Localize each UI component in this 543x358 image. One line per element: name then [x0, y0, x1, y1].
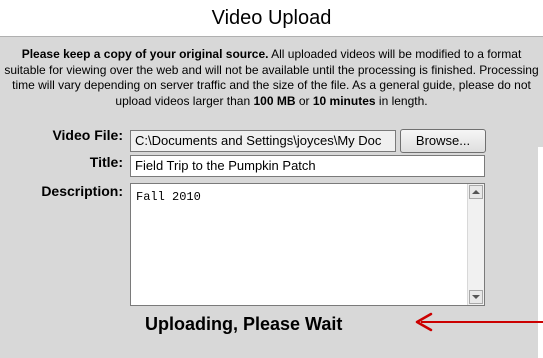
chevron-down-icon[interactable]: [469, 290, 483, 304]
video-file-label: Video File:: [52, 127, 123, 143]
description-scrollbar[interactable]: [467, 184, 484, 305]
chevron-up-icon[interactable]: [469, 185, 483, 199]
notice-size-limit: 100 MB: [253, 93, 296, 108]
description-textarea[interactable]: Fall 2010: [130, 183, 485, 306]
page-title: Video Upload: [211, 7, 332, 29]
arrow-left-icon: [415, 312, 543, 332]
browse-button[interactable]: Browse...: [400, 129, 486, 153]
upload-status-text: Uploading, Please Wait: [145, 314, 343, 334]
description-label: Description:: [41, 183, 123, 199]
notice-time-limit: 10 minutes: [312, 93, 376, 108]
notice-text-3: in length.: [375, 93, 428, 108]
notice-text-2: or: [295, 93, 313, 108]
title-input[interactable]: Field Trip to the Pumpkin Patch: [130, 155, 485, 177]
description-text: Fall 2010: [136, 190, 201, 204]
notice-bold-text: Please keep a copy of your original sour…: [21, 47, 269, 61]
title-label: Title:: [89, 154, 123, 170]
upload-notice: Please keep a copy of your original sour…: [2, 47, 541, 109]
video-file-input[interactable]: C:\Documents and Settings\joyces\My Doc: [130, 130, 396, 152]
